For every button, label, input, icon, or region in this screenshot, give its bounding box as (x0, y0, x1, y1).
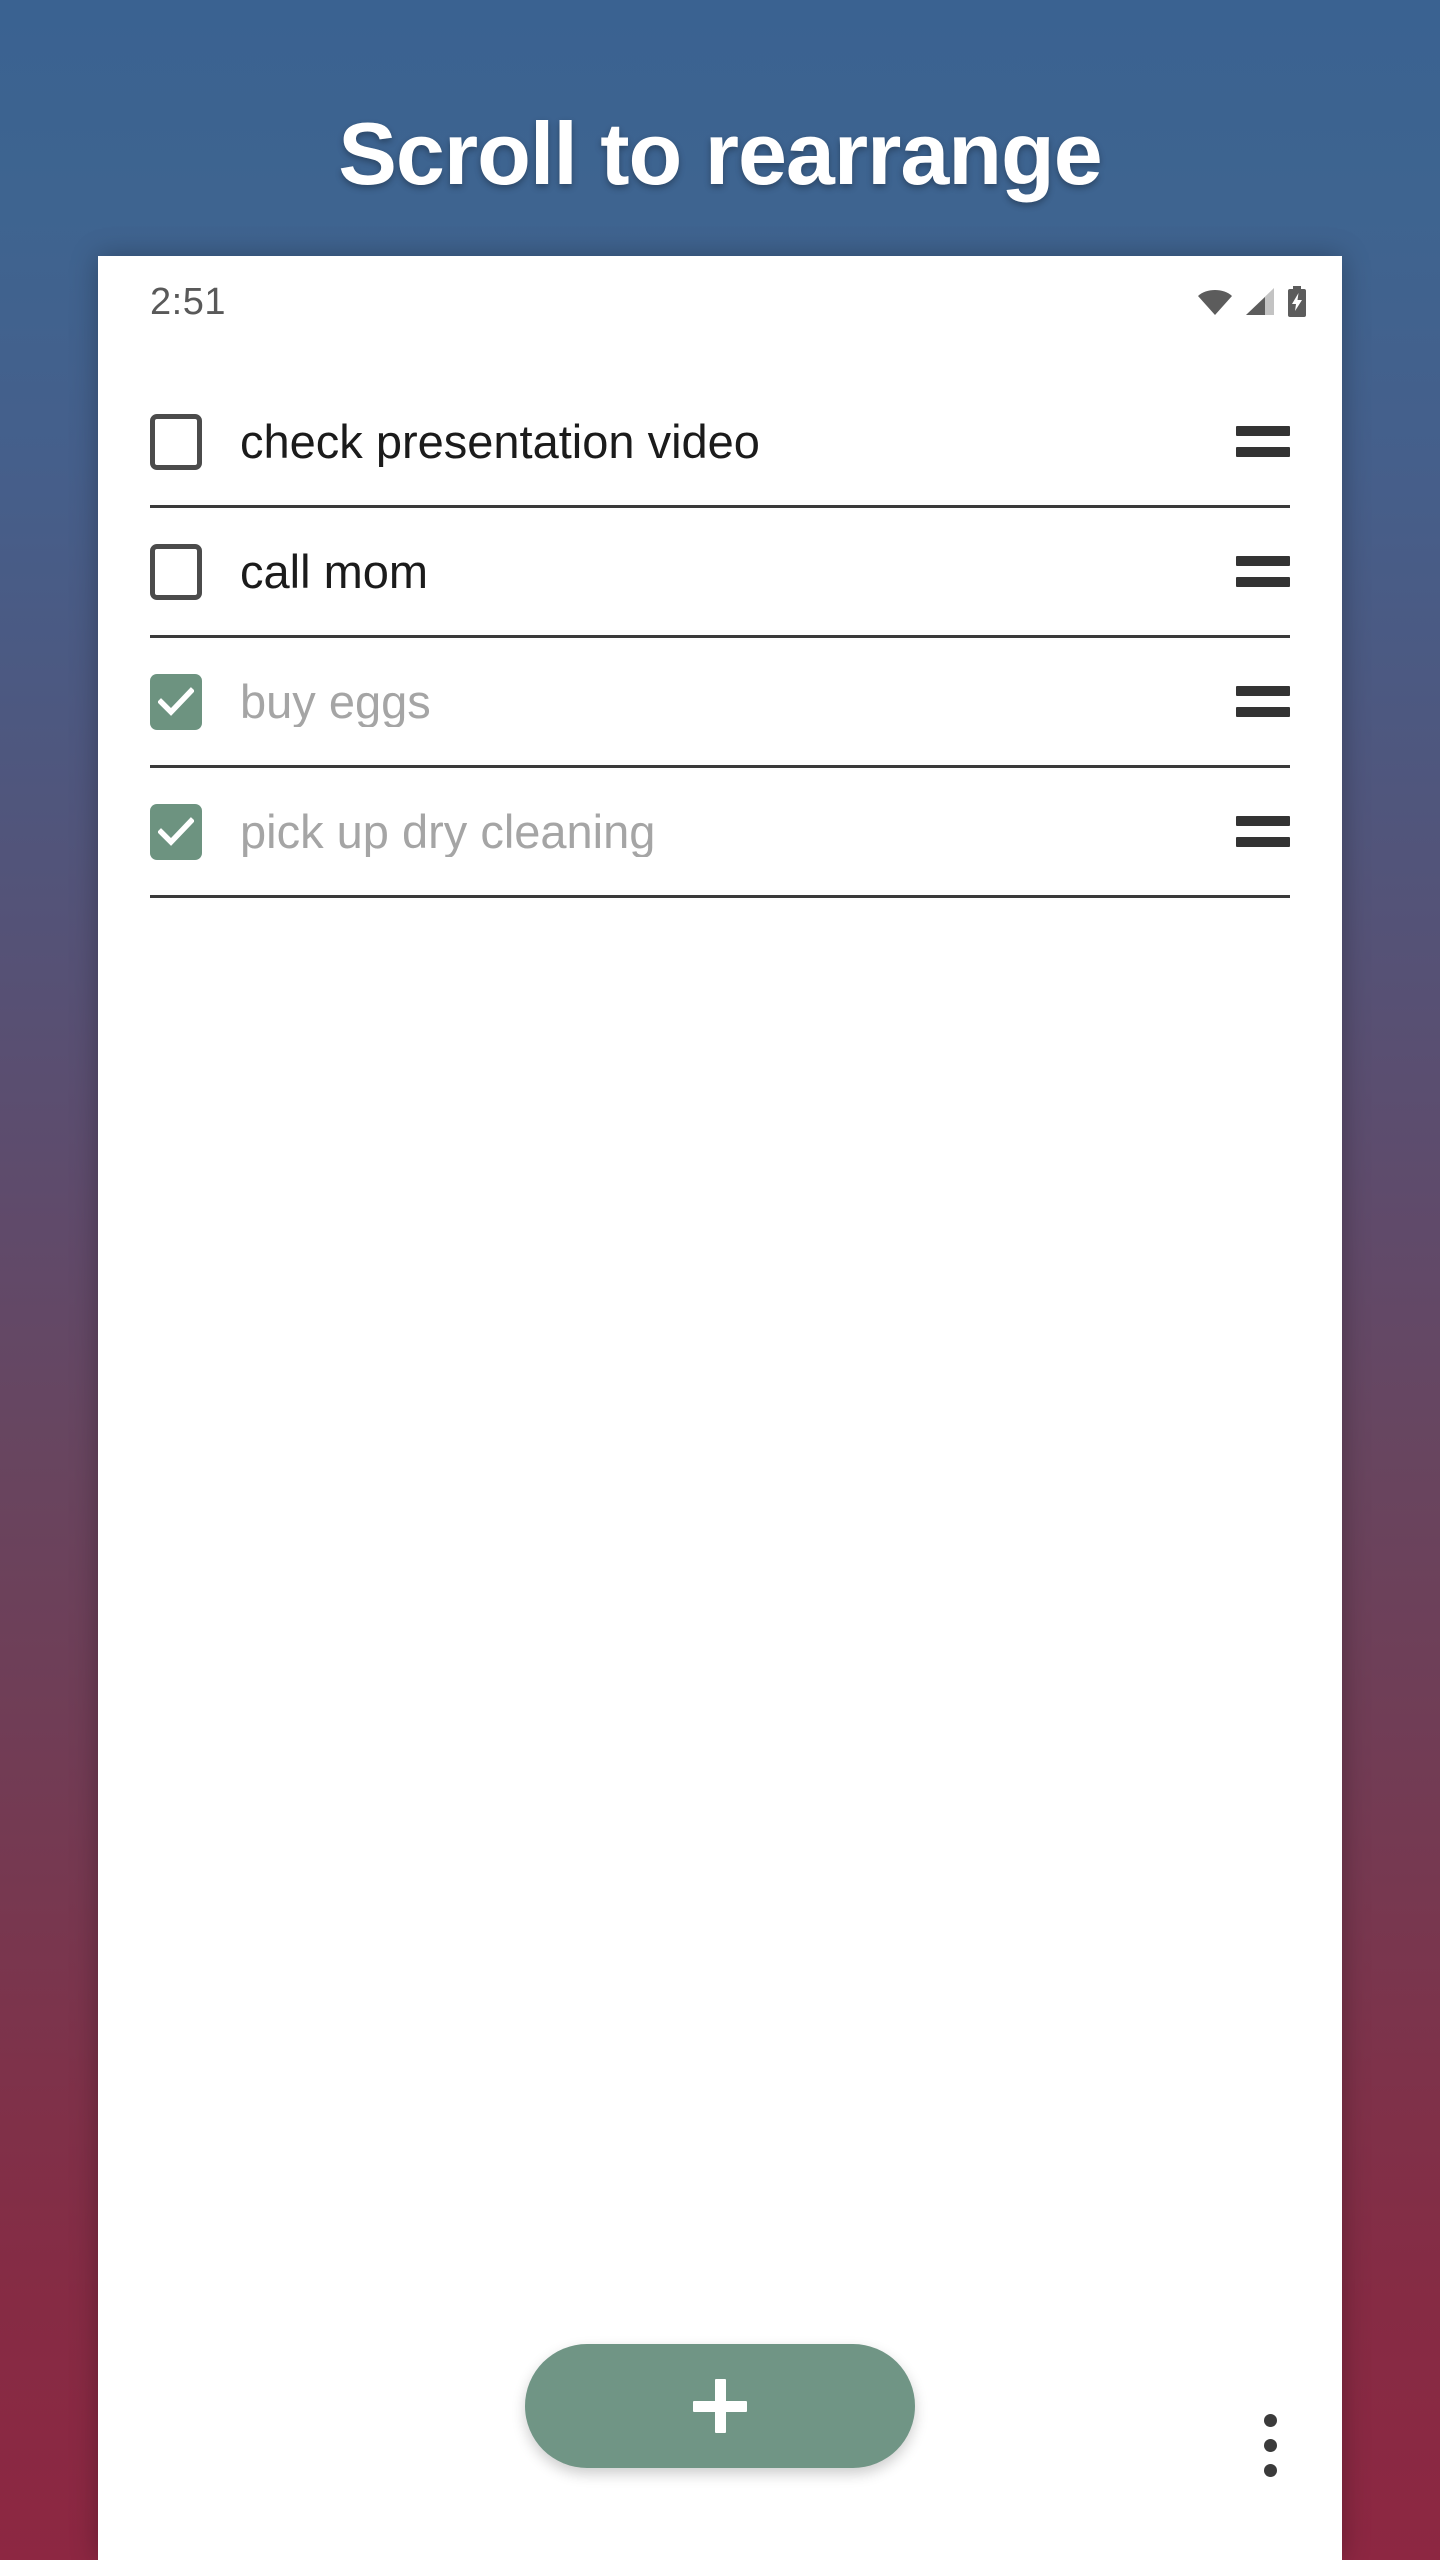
drag-handle-icon[interactable] (1236, 812, 1290, 852)
task-checkbox[interactable] (150, 803, 202, 860)
status-bar: 2:51 (98, 256, 1342, 348)
task-checkbox[interactable] (150, 543, 202, 600)
status-bar-icons (1196, 286, 1308, 318)
task-label[interactable]: call mom (240, 546, 1210, 598)
battery-charging-icon (1286, 286, 1308, 318)
drag-handle-icon[interactable] (1236, 682, 1290, 722)
checkmark-icon (158, 816, 194, 846)
task-list: check presentation video call mom buy eg… (98, 348, 1342, 2330)
page-title: Scroll to rearrange (338, 103, 1103, 203)
table-row[interactable]: pick up dry cleaning (150, 768, 1290, 898)
table-row[interactable]: call mom (150, 508, 1290, 638)
task-label[interactable]: buy eggs (240, 676, 1210, 728)
bottom-bar (98, 2330, 1342, 2560)
table-row[interactable]: buy eggs (150, 638, 1290, 768)
plus-icon (693, 2379, 747, 2433)
overflow-dot (1263, 2438, 1277, 2452)
phone-screen: 2:51 check presentation video call mom b… (98, 256, 1342, 2560)
more-vertical-icon[interactable] (1242, 2402, 1298, 2488)
checkmark-icon (158, 686, 194, 716)
status-bar-clock: 2:51 (150, 281, 226, 323)
task-checkbox[interactable] (150, 413, 202, 470)
overflow-dot (1263, 2463, 1277, 2477)
task-label[interactable]: pick up dry cleaning (240, 806, 1210, 858)
add-task-button[interactable] (525, 2344, 915, 2468)
table-row[interactable]: check presentation video (150, 378, 1290, 508)
drag-handle-icon[interactable] (1236, 422, 1290, 462)
cellular-signal-icon (1243, 287, 1277, 317)
overflow-dot (1263, 2413, 1277, 2427)
task-checkbox[interactable] (150, 673, 202, 730)
wifi-icon (1196, 287, 1234, 317)
promo-canvas: Scroll to rearrange 2:51 check presentat… (0, 0, 1440, 2560)
task-label[interactable]: check presentation video (240, 416, 1210, 468)
drag-handle-icon[interactable] (1236, 552, 1290, 592)
